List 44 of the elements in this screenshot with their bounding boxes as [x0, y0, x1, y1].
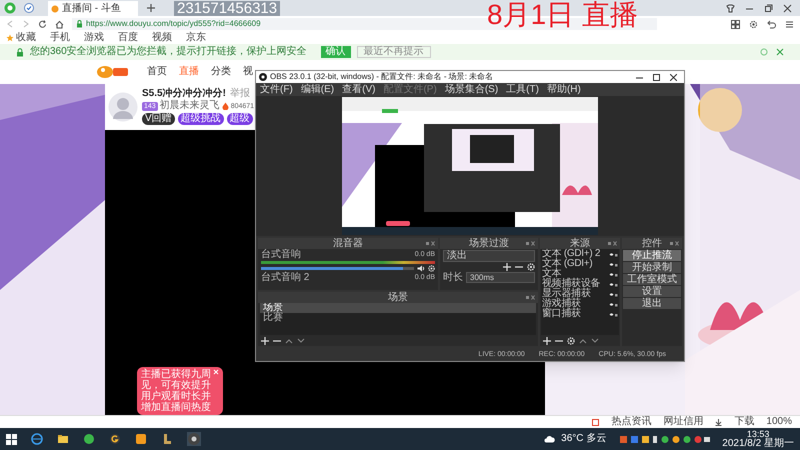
close-icon[interactable] — [783, 4, 792, 12]
windows-start-icon[interactable] — [6, 434, 17, 444]
home-icon[interactable] — [55, 20, 64, 28]
globe-icon[interactable] — [31, 433, 43, 445]
bookmark-link[interactable]: 视频 — [152, 33, 172, 43]
clock-date: 2021/8/2 星期一 — [722, 439, 794, 449]
browser-tab[interactable]: 直播间 - 斗鱼 — [48, 1, 138, 16]
weather-text: 36°C 多云 — [561, 434, 606, 444]
favicon-icon — [51, 4, 59, 12]
bookmark-link[interactable]: 收藏 — [16, 33, 36, 43]
browser-logo-icon[interactable] — [4, 2, 16, 14]
clock-time: 13:53 — [746, 429, 770, 439]
status-item[interactable]: 网址信用 — [663, 417, 704, 427]
overlay-id-text: 231571456313 — [174, 0, 280, 16]
obs-logo-icon[interactable] — [187, 432, 201, 446]
bookmark-link[interactable]: 游戏 — [84, 33, 104, 43]
status-item[interactable]: 下载 — [734, 417, 754, 427]
news-icon[interactable] — [592, 418, 600, 426]
cloud-icon — [544, 435, 556, 443]
grid-icon[interactable] — [731, 20, 740, 28]
lock-icon — [16, 48, 24, 56]
shirt-icon[interactable] — [726, 4, 735, 12]
download-icon[interactable] — [715, 418, 722, 426]
notice-text: 您的360安全浏览器已为您拦截，提示打开链接，保护上网安全 — [30, 47, 307, 57]
status-item[interactable]: 100% — [766, 417, 792, 427]
bookmark-link[interactable]: 百度 — [118, 33, 138, 43]
new-tab-icon[interactable] — [146, 3, 156, 13]
settings-icon[interactable] — [749, 20, 758, 28]
game-icon[interactable] — [109, 433, 121, 445]
tray-icons-drawing[interactable] — [620, 434, 710, 444]
refresh-icon[interactable] — [38, 20, 47, 28]
folder-icon[interactable] — [57, 433, 69, 445]
status-item[interactable]: 热点资讯 — [611, 417, 652, 427]
bookmark-link[interactable]: 京东 — [186, 33, 206, 43]
shield-icon[interactable] — [24, 3, 34, 13]
ball-icon[interactable] — [83, 433, 95, 445]
launcher-icon[interactable] — [161, 433, 173, 445]
bookmark-link[interactable]: 手机 — [50, 33, 70, 43]
bookmark-star-icon[interactable] — [6, 34, 14, 42]
lock-icon — [76, 20, 83, 28]
undo-icon[interactable] — [767, 20, 776, 28]
restore-icon[interactable] — [764, 4, 773, 12]
menu-icon[interactable] — [785, 20, 794, 28]
app-icon[interactable] — [135, 433, 147, 445]
